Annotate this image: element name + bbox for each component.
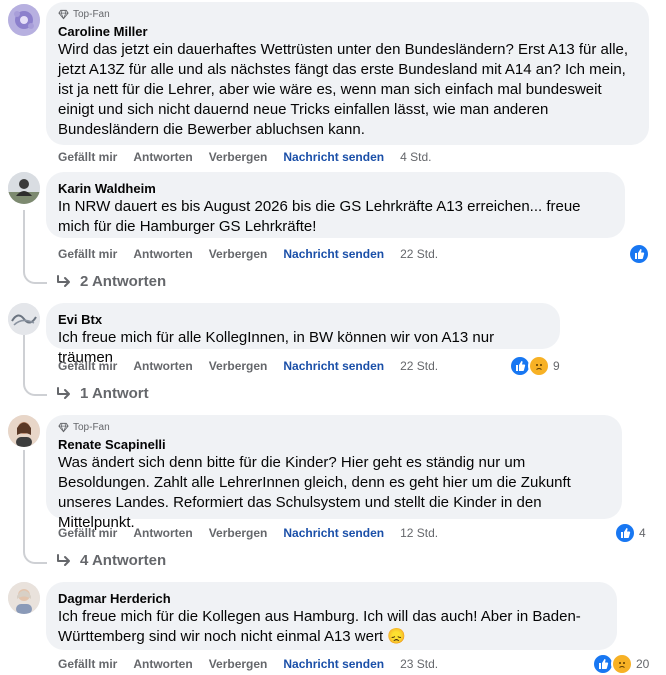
thread-curve	[23, 270, 47, 284]
comment-author[interactable]: Dagmar Herderich	[58, 590, 605, 607]
like-button[interactable]: Gefällt mir	[58, 247, 117, 261]
like-button[interactable]: Gefällt mir	[58, 150, 117, 164]
reaction-summary[interactable]: 9	[509, 355, 560, 377]
hide-button[interactable]: Verbergen	[209, 657, 268, 671]
comment-bubble: Top-Fan Renate Scapinelli Was ändert sic…	[46, 415, 622, 531]
comment-bubble: Top-Fan Caroline Miller Wird das jetzt e…	[46, 2, 649, 145]
badge-label: Top-Fan	[73, 422, 110, 433]
comment-timestamp[interactable]: 22 Std.	[400, 359, 438, 373]
reply-arrow-icon	[57, 274, 70, 287]
hide-button[interactable]: Verbergen	[209, 359, 268, 373]
avatar[interactable]	[8, 582, 40, 614]
comment-text: Wird das jetzt ein dauerhaftes Wettrüste…	[58, 41, 629, 138]
comment-actions: Gefällt mir Antworten Verbergen Nachrich…	[58, 359, 438, 373]
comment-actions: Gefällt mir Antworten Verbergen Nachrich…	[58, 657, 438, 671]
diamond-icon	[58, 9, 69, 20]
reply-arrow-icon	[57, 386, 70, 399]
reply-button[interactable]: Antworten	[133, 359, 192, 373]
reply-button[interactable]: Antworten	[133, 526, 192, 540]
top-fan-badge: Top-Fan	[58, 422, 610, 433]
avatar[interactable]	[8, 172, 40, 204]
reaction-count: 9	[553, 359, 560, 373]
reaction-count: 4	[639, 526, 646, 540]
reaction-count: 20	[636, 657, 650, 671]
comment-text: In NRW dauert es bis August 2026 bis die…	[58, 198, 581, 235]
comment-author[interactable]: Renate Scapinelli	[58, 436, 610, 453]
view-replies-link[interactable]: 2 Antworten	[56, 273, 166, 290]
like-reaction-icon	[614, 522, 636, 544]
view-replies-link[interactable]: 4 Antworten	[56, 552, 166, 569]
comment-bubble: Karin Waldheim In NRW dauert es bis Augu…	[46, 172, 625, 238]
comment-text-body: Ich freue mich für die Kollegen aus Hamb…	[58, 608, 581, 645]
comment-author[interactable]: Caroline Miller	[58, 23, 637, 40]
top-fan-badge: Top-Fan	[58, 9, 637, 20]
hide-button[interactable]: Verbergen	[209, 526, 268, 540]
send-message-button[interactable]: Nachricht senden	[283, 247, 384, 261]
avatar[interactable]	[8, 4, 40, 36]
like-button[interactable]: Gefällt mir	[58, 657, 117, 671]
like-button[interactable]: Gefällt mir	[58, 359, 117, 373]
reaction-summary[interactable]: 4	[614, 522, 646, 544]
comment-timestamp[interactable]: 4 Std.	[400, 150, 431, 164]
reaction-summary[interactable]	[628, 243, 650, 265]
replies-label: 4 Antworten	[80, 552, 167, 569]
like-button[interactable]: Gefällt mir	[58, 526, 117, 540]
thread-line	[23, 210, 25, 270]
send-message-button[interactable]: Nachricht senden	[283, 359, 384, 373]
send-message-button[interactable]: Nachricht senden	[283, 526, 384, 540]
send-message-button[interactable]: Nachricht senden	[283, 150, 384, 164]
comment-text: Ich freue mich für die Kollegen aus Hamb…	[58, 607, 605, 647]
comment-text: Was ändert sich denn bitte für die Kinde…	[58, 454, 571, 531]
comment-timestamp[interactable]: 12 Std.	[400, 526, 438, 540]
comment-timestamp[interactable]: 23 Std.	[400, 657, 438, 671]
avatar[interactable]	[8, 415, 40, 447]
diamond-icon	[58, 422, 69, 433]
badge-label: Top-Fan	[73, 9, 110, 20]
comment-author[interactable]: Evi Btx	[58, 311, 548, 328]
sad-emoji: 😞	[387, 628, 406, 645]
reply-button[interactable]: Antworten	[133, 657, 192, 671]
comment-author[interactable]: Karin Waldheim	[58, 180, 613, 197]
like-reaction-icon	[628, 243, 650, 265]
thread-line	[23, 335, 25, 382]
comment-actions: Gefällt mir Antworten Verbergen Nachrich…	[58, 150, 431, 164]
reply-arrow-icon	[57, 553, 70, 566]
hide-button[interactable]: Verbergen	[209, 247, 268, 261]
hide-button[interactable]: Verbergen	[209, 150, 268, 164]
reply-button[interactable]: Antworten	[133, 150, 192, 164]
view-replies-link[interactable]: 1 Antwort	[56, 385, 149, 402]
comment-bubble: Evi Btx Ich freue mich für alle KollegIn…	[46, 303, 560, 366]
comment-actions: Gefällt mir Antworten Verbergen Nachrich…	[58, 247, 438, 261]
avatar[interactable]	[8, 303, 40, 335]
thread-curve	[23, 550, 47, 564]
comment-actions: Gefällt mir Antworten Verbergen Nachrich…	[58, 526, 438, 540]
comment-timestamp[interactable]: 22 Std.	[400, 247, 438, 261]
replies-label: 2 Antworten	[80, 273, 167, 290]
thread-line	[23, 450, 25, 550]
reply-button[interactable]: Antworten	[133, 247, 192, 261]
comment-bubble: Dagmar Herderich Ich freue mich für die …	[46, 582, 617, 650]
send-message-button[interactable]: Nachricht senden	[283, 657, 384, 671]
thread-curve	[23, 382, 47, 396]
replies-label: 1 Antwort	[80, 385, 149, 402]
sad-reaction-icon	[528, 355, 550, 377]
